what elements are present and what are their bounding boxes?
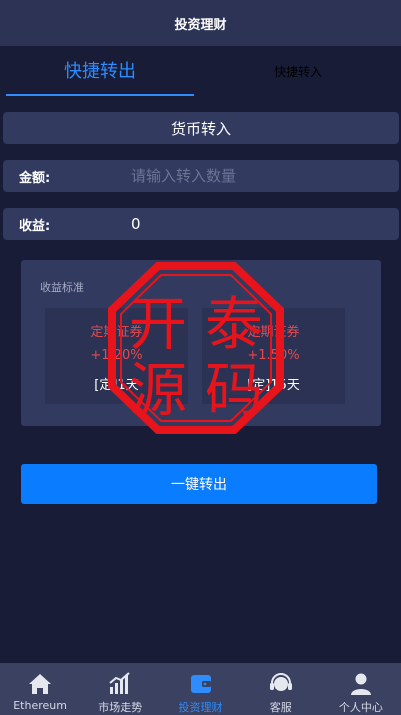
amount-row: 金额:: [3, 160, 399, 192]
product-name: 定期证券: [247, 325, 300, 340]
user-icon: [350, 673, 371, 695]
section-title: 货币转入: [3, 112, 399, 144]
headset-icon: [269, 673, 292, 691]
page-header: 投资理财: [0, 0, 401, 46]
amount-input[interactable]: [131, 163, 391, 189]
nav-label: 投资理财: [178, 701, 223, 714]
product-card-2[interactable]: 定期证券 +1.50% [定]15天: [202, 308, 345, 404]
tab-quick-transfer-in[interactable]: 快捷转入: [200, 46, 396, 96]
section-title-label: 货币转入: [170, 119, 231, 138]
nav-label: 个人中心: [338, 701, 383, 714]
nav-label: Ethereum: [13, 699, 67, 712]
product-rate: +1.50%: [247, 348, 300, 363]
income-value: 0: [131, 215, 141, 233]
nav-item-ethereum[interactable]: Ethereum: [0, 663, 80, 715]
tab-bar: 快捷转出 快捷转入: [0, 46, 401, 96]
app-screen: 投资理财 快捷转出 快捷转入 货币转入 金额: 收益: 0 收益标准 定期证券 …: [0, 0, 401, 715]
nav-label: 市场走势: [98, 701, 143, 714]
income-row: 收益: 0: [3, 208, 399, 240]
tab-quick-transfer-out[interactable]: 快捷转出: [6, 46, 194, 96]
home-icon: [29, 674, 52, 694]
nav-item-investment[interactable]: 投资理财: [160, 663, 240, 715]
income-standard-card: 收益标准 定期证券 +1.20% [定]1天 定期证券 +1.50% [定]15…: [21, 260, 381, 426]
product-name: 定期证券: [90, 325, 143, 340]
product-term: [定]15天: [247, 378, 300, 393]
nav-item-market[interactable]: 市场走势: [80, 663, 160, 715]
wallet-icon: [190, 675, 211, 693]
income-label: 收益:: [19, 218, 51, 234]
chart-icon: [109, 672, 130, 694]
bottom-nav: Ethereum 市场走势 投资理财 客服 个人中心: [0, 663, 401, 715]
nav-label: 客服: [269, 701, 292, 714]
income-standard-title: 收益标准: [40, 281, 84, 294]
product-rate: +1.20%: [90, 348, 143, 363]
amount-label: 金额:: [19, 170, 51, 186]
product-card-1[interactable]: 定期证券 +1.20% [定]1天: [45, 308, 188, 404]
one-click-transfer-out-button[interactable]: 一键转出: [21, 464, 377, 504]
product-term: [定]1天: [94, 378, 139, 393]
page-title: 投资理财: [174, 17, 227, 33]
nav-item-support[interactable]: 客服: [241, 663, 321, 715]
nav-item-profile[interactable]: 个人中心: [321, 663, 401, 715]
